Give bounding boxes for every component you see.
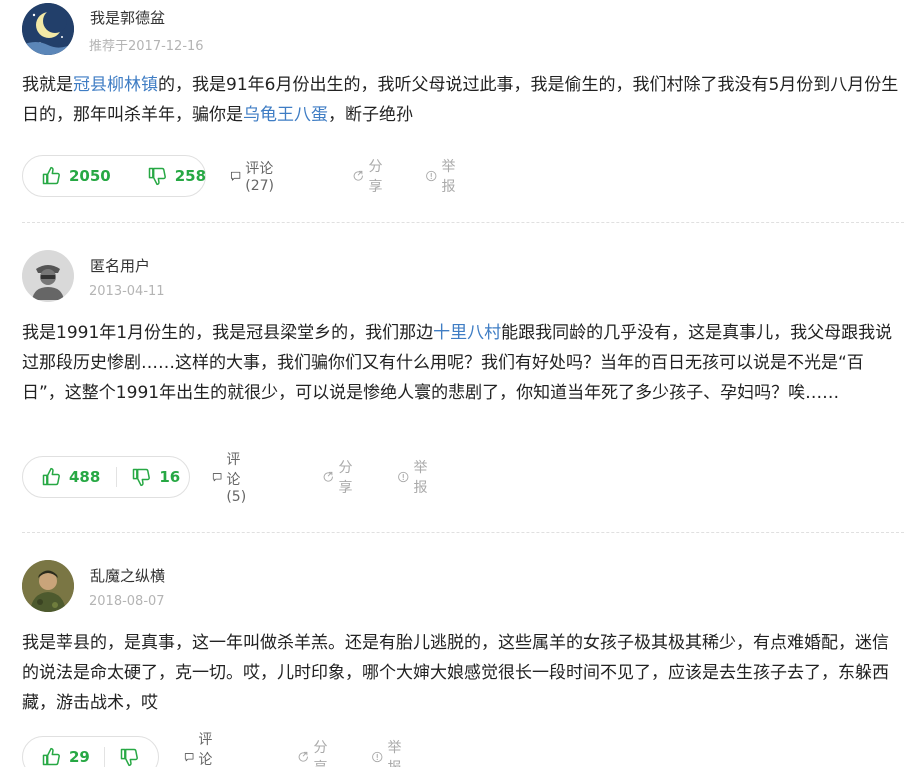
answer-content: 我就是冠县柳林镇的，我是91年6月份出生的，我听父母说过此事，我是偷生的，我们村… [22,70,902,130]
share-button[interactable]: 分享 [297,736,333,767]
vote-pill: 2050 258 [22,155,206,197]
downvote-button[interactable]: 16 [131,456,180,498]
report-icon [426,170,437,182]
comment-label: 评论(27) [245,161,274,194]
comment-label: 评论(1) [198,732,213,767]
answer-date: 2013-04-11 [89,284,165,299]
comment-label: 评论(5) [226,452,247,505]
anonymous-user-avatar-icon [22,250,74,302]
author-name[interactable]: 乱魔之纵横 [90,565,165,586]
upvote-button[interactable]: 2050 [23,155,111,197]
answer-divider [22,222,904,223]
upvote-count: 2050 [69,167,111,185]
report-label: 举报 [387,740,402,767]
author-name[interactable]: 我是郭德盆 [90,7,165,28]
comment-button[interactable]: 评论(5) [212,452,254,505]
share-label: 分享 [313,740,328,767]
answer-divider [22,532,904,533]
content-link[interactable]: 乌龟王八蛋 [243,105,328,125]
report-button[interactable]: 举报 [371,736,407,767]
comment-button[interactable]: 评论(1) [184,732,226,767]
moon-night-avatar-icon [22,3,74,55]
downvote-count: 258 [174,167,207,185]
report-icon [372,751,383,763]
avatar[interactable] [22,3,74,55]
thumbs-up-icon [42,467,60,486]
comment-button[interactable]: 评论(27) [230,155,281,197]
comment-icon [184,753,194,762]
report-icon [398,471,409,483]
content-link[interactable]: 冠县柳林镇 [73,75,158,95]
share-icon [323,471,333,482]
content-text: 我是莘县的，是真事，这一年叫做杀羊羔。还是有胎儿逃脱的，这些属羊的女孩子极其极其… [22,633,889,713]
thumbs-down-icon [133,468,151,487]
avatar[interactable] [22,250,74,302]
downvote-button[interactable]: 258 [147,155,206,197]
content-text: ，断子绝孙 [328,105,413,125]
thumbs-up-icon [42,166,60,185]
vote-divider [103,747,105,767]
report-label: 举报 [441,159,456,195]
comment-icon [212,473,222,482]
share-label: 分享 [368,159,383,195]
soldier-photo-avatar-icon [22,560,74,612]
content-text: 我是1991年1月份生的，我是冠县梁堂乡的，我们那边 [22,323,434,343]
upvote-count: 29 [69,748,90,766]
answer-content: 我是莘县的，是真事，这一年叫做杀羊羔。还是有胎儿逃脱的，这些属羊的女孩子极其极其… [22,628,902,718]
vote-divider [116,467,118,487]
vote-pill: 29 [22,736,159,767]
thumbs-down-icon [120,748,138,767]
share-icon [353,170,363,181]
upvote-button[interactable]: 29 [23,736,90,767]
report-button[interactable]: 举报 [397,456,433,498]
thumbs-down-icon [148,167,166,186]
share-button[interactable]: 分享 [352,155,388,197]
answer-date: 推荐于2017-12-16 [89,39,204,54]
avatar[interactable] [22,560,74,612]
downvote-count: 16 [159,468,181,486]
downvote-button[interactable] [119,736,147,767]
author-name[interactable]: 匿名用户 [90,255,150,276]
share-button[interactable]: 分享 [322,456,358,498]
share-label: 分享 [338,460,353,496]
vote-pill: 488 16 [22,456,190,498]
comment-icon [230,171,241,181]
answer-content: 我是1991年1月份生的，我是冠县梁堂乡的，我们那边十里八村能跟我同龄的几乎没有… [22,318,902,408]
upvote-count: 488 [69,468,101,486]
report-button[interactable]: 举报 [425,155,461,197]
answer-date: 2018-08-07 [89,594,165,609]
content-text: 我就是 [22,75,73,95]
content-link[interactable]: 十里八村 [433,323,501,343]
report-label: 举报 [413,460,428,496]
thumbs-up-icon [42,747,60,766]
share-icon [298,751,308,762]
upvote-button[interactable]: 488 [23,456,100,498]
